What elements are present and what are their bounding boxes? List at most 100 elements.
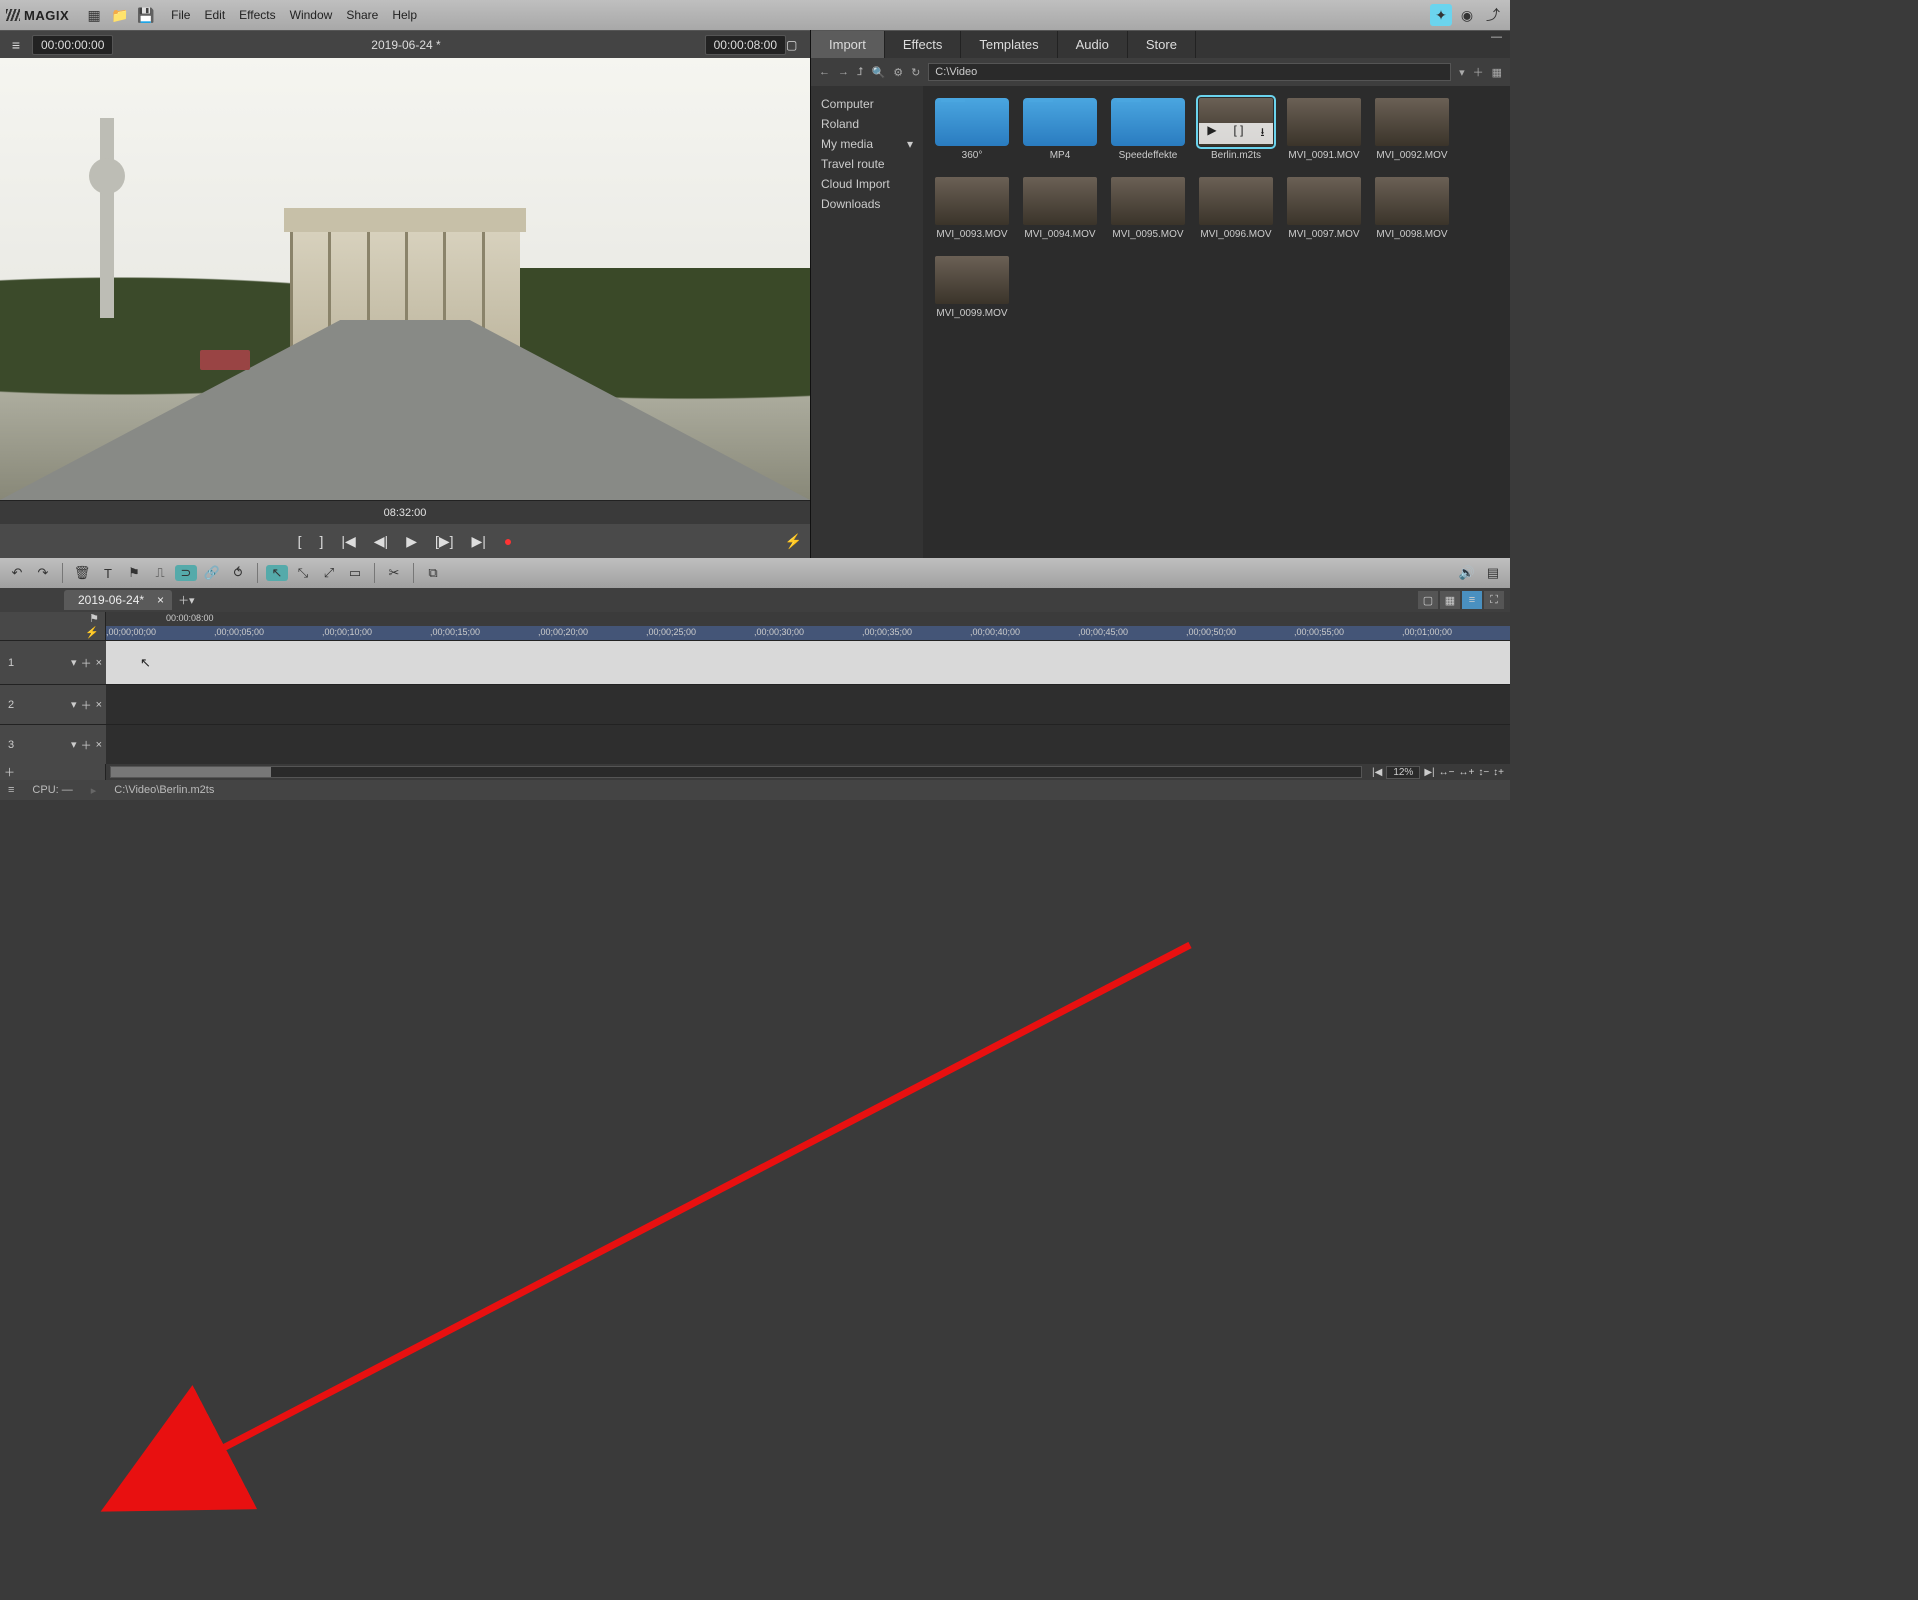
view-mode-icon[interactable]: ▦: [1492, 66, 1502, 79]
media-item[interactable]: 360°: [935, 98, 1009, 161]
range-marker[interactable]: 00:00:08:00: [166, 613, 214, 623]
track-close-icon[interactable]: ×: [96, 699, 102, 711]
cut-icon[interactable]: ✂: [383, 565, 405, 581]
link-icon[interactable]: 🔗: [201, 565, 223, 581]
range-icon[interactable]: [ ]: [1234, 123, 1244, 144]
media-item[interactable]: MVI_0099.MOV: [935, 256, 1009, 319]
tool-2-icon[interactable]: ⤡: [292, 565, 314, 581]
add-track-icon[interactable]: ＋: [0, 764, 106, 780]
marker-row-header[interactable]: ⚑: [0, 612, 106, 626]
range-end-icon[interactable]: ]: [319, 533, 323, 549]
tool-3-icon[interactable]: ⤢: [318, 565, 340, 581]
zoom-value[interactable]: 12%: [1386, 766, 1420, 779]
prev-frame-icon[interactable]: ◀|: [374, 533, 388, 550]
arrow-tool-icon[interactable]: ↖: [266, 565, 288, 581]
track-collapse-icon[interactable]: ▾: [71, 656, 77, 669]
open-folder-icon[interactable]: 📁: [109, 4, 131, 26]
track-header[interactable]: 1▾＋×: [0, 641, 106, 684]
marker-icon[interactable]: ⚑: [123, 565, 145, 581]
media-item[interactable]: MVI_0096.MOV: [1199, 177, 1273, 240]
delete-icon[interactable]: 🗑: [71, 565, 93, 581]
save-icon[interactable]: 💾: [135, 4, 157, 26]
view-2-icon[interactable]: ▦: [1440, 591, 1460, 609]
snap-icon[interactable]: ⊃: [175, 565, 197, 581]
preview-timecode-right[interactable]: 00:00:08:00: [705, 35, 786, 55]
go-end-icon[interactable]: ▶|: [472, 533, 486, 550]
zoom-v-in-icon[interactable]: ↕+: [1493, 767, 1504, 778]
tree-my-media[interactable]: My media▾: [821, 134, 913, 154]
mixer-icon[interactable]: ⎍: [149, 565, 171, 581]
close-tab-icon[interactable]: ×: [157, 593, 164, 607]
mixer-panel-icon[interactable]: ▤: [1482, 565, 1504, 581]
range-start-icon[interactable]: [: [298, 533, 302, 549]
media-item[interactable]: MP4: [1023, 98, 1097, 161]
path-input[interactable]: C:\Video: [928, 63, 1451, 81]
folder-up-icon[interactable]: ⮥: [857, 66, 864, 79]
group-icon[interactable]: ⧉: [422, 565, 444, 581]
view-1-icon[interactable]: ▢: [1418, 591, 1438, 609]
tree-travel-route[interactable]: Travel route: [821, 154, 913, 174]
play-icon[interactable]: ▶: [406, 533, 417, 550]
refresh-icon[interactable]: ↻: [911, 66, 920, 79]
media-item[interactable]: ▶[ ]⭳Berlin.m2ts: [1199, 98, 1273, 161]
timeline-tab[interactable]: 2019-06-24*×: [64, 590, 172, 610]
quick-access-icon[interactable]: ⚡: [785, 533, 802, 550]
zoom-prev-icon[interactable]: |◀: [1372, 767, 1382, 778]
tree-computer[interactable]: Computer: [821, 94, 913, 114]
track-row[interactable]: 2▾＋×: [0, 684, 1510, 724]
mute-icon[interactable]: 🔊: [1456, 565, 1478, 581]
tool-4-icon[interactable]: ▭: [344, 565, 366, 581]
zoom-next-icon[interactable]: ▶|: [1424, 767, 1434, 778]
undo-icon[interactable]: ↶: [6, 565, 28, 581]
tab-import[interactable]: Import: [811, 31, 885, 58]
media-item[interactable]: MVI_0091.MOV: [1287, 98, 1361, 161]
zoom-h-out-icon[interactable]: ↔−: [1439, 767, 1455, 778]
tab-templates[interactable]: Templates: [961, 31, 1057, 58]
tab-audio[interactable]: Audio: [1058, 31, 1128, 58]
menu-effects[interactable]: Effects: [239, 8, 275, 22]
menu-file[interactable]: File: [171, 8, 190, 22]
media-item[interactable]: MVI_0094.MOV: [1023, 177, 1097, 240]
tree-downloads[interactable]: Downloads: [821, 194, 913, 214]
add-path-icon[interactable]: ＋: [1473, 64, 1484, 80]
chevron-down-icon[interactable]: ▾: [907, 134, 913, 154]
preview-monitor[interactable]: [0, 58, 810, 500]
tab-store[interactable]: Store: [1128, 31, 1196, 58]
track-header[interactable]: 2▾＋×: [0, 685, 106, 724]
menu-edit[interactable]: Edit: [204, 8, 225, 22]
play-icon[interactable]: ▶: [1207, 123, 1216, 144]
tab-effects[interactable]: Effects: [885, 31, 962, 58]
zoom-v-out-icon[interactable]: ↕−: [1478, 767, 1489, 778]
download-icon[interactable]: ⭳: [1260, 123, 1264, 144]
preview-timecode-left[interactable]: 00:00:00:00: [32, 35, 113, 55]
menu-window[interactable]: Window: [290, 8, 333, 22]
view-4-icon[interactable]: ⛶: [1484, 591, 1504, 609]
preview-menu-icon[interactable]: ≡: [6, 37, 26, 53]
new-project-icon[interactable]: ▦: [83, 4, 105, 26]
export-icon[interactable]: ⤴: [1482, 4, 1504, 26]
track-lane[interactable]: ↖: [106, 641, 1510, 684]
track-row[interactable]: 1▾＋×↖: [0, 640, 1510, 684]
menu-share[interactable]: Share: [346, 8, 378, 22]
record-icon[interactable]: ●: [504, 533, 512, 549]
track-lane[interactable]: [106, 685, 1510, 724]
time-ruler[interactable]: ,00;00;00;00,00;00;05;00,00;00;10;00,00;…: [106, 626, 1510, 640]
track-collapse-icon[interactable]: ▾: [71, 698, 77, 711]
nav-forward-icon[interactable]: →: [838, 66, 849, 78]
mediapool-minimize-icon[interactable]: —: [1483, 31, 1510, 58]
tree-roland[interactable]: Roland: [821, 114, 913, 134]
go-start-icon[interactable]: |◀: [341, 533, 355, 550]
preview-close-icon[interactable]: ▢: [786, 38, 804, 52]
view-3-icon[interactable]: ≡: [1462, 591, 1482, 609]
path-dropdown-icon[interactable]: ▾: [1459, 66, 1465, 79]
track-collapse-icon[interactable]: ▾: [71, 738, 77, 751]
title-icon[interactable]: T: [97, 566, 119, 581]
track-close-icon[interactable]: ×: [96, 739, 102, 751]
zoom-h-in-icon[interactable]: ↔+: [1458, 767, 1474, 778]
media-item[interactable]: MVI_0095.MOV: [1111, 177, 1185, 240]
track-add-icon[interactable]: ＋: [81, 737, 92, 753]
gear-icon[interactable]: ⚙: [893, 66, 903, 79]
play-range-icon[interactable]: [▶]: [435, 533, 454, 550]
media-item[interactable]: MVI_0098.MOV: [1375, 177, 1449, 240]
status-menu-icon[interactable]: ≡: [8, 784, 14, 796]
